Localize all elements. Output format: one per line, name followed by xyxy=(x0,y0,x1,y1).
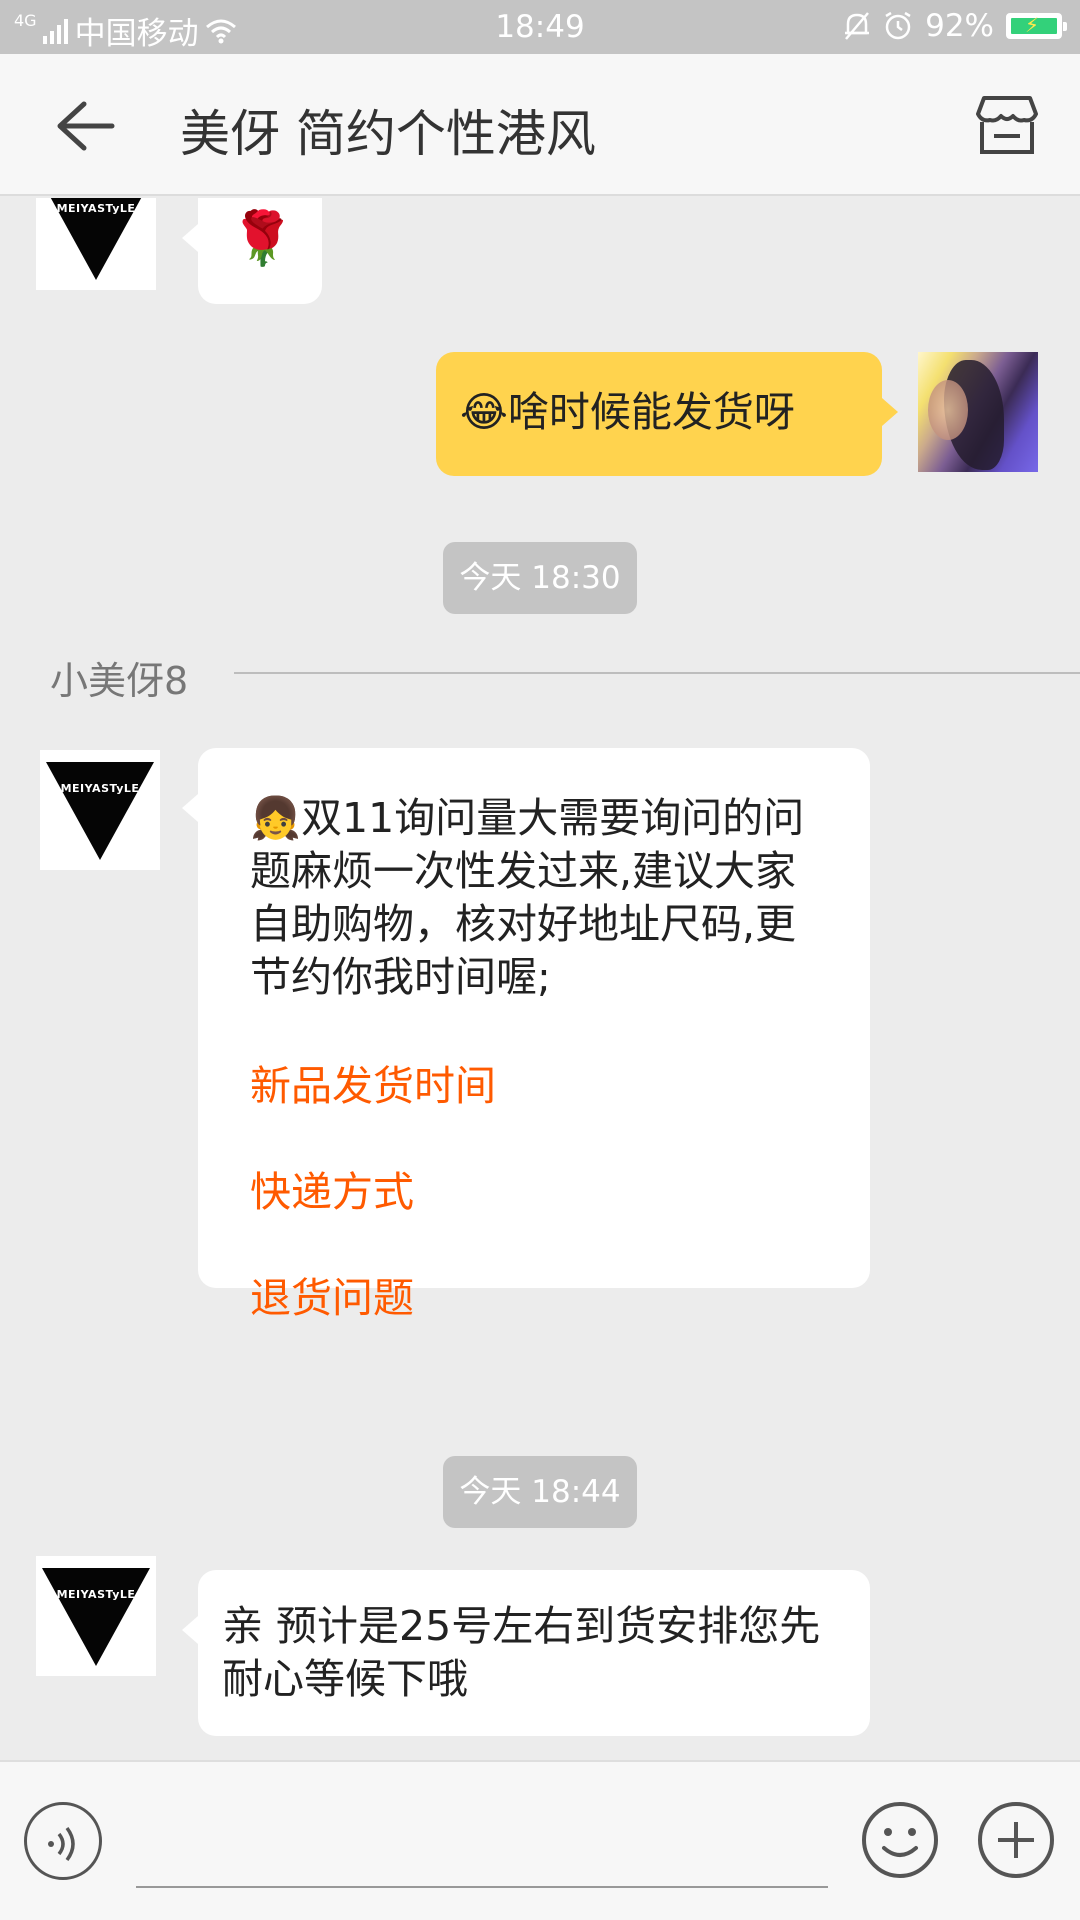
emoji-icon[interactable] xyxy=(860,1800,940,1880)
brand-logo-text: MEIYASTyLE xyxy=(56,1588,136,1601)
back-arrow-icon[interactable] xyxy=(50,96,120,156)
plus-icon[interactable] xyxy=(976,1800,1056,1880)
page-title: 美伢 简约个性港风 xyxy=(180,105,596,163)
status-bar: 4G 中国移动 18:49 92% ⚡ xyxy=(0,0,1080,54)
brand-avatar[interactable]: MEIYASTyLE xyxy=(36,1556,156,1676)
message-bubble-rose[interactable]: 🌹 xyxy=(182,198,322,304)
store-icon[interactable] xyxy=(972,90,1042,160)
user-message-bubble[interactable]: 😂啥时候能发货呀 xyxy=(436,352,898,476)
option-return-issue[interactable]: 退货问题 xyxy=(250,1264,414,1324)
voice-button[interactable] xyxy=(24,1802,102,1880)
agent-name: 小美伢8 xyxy=(50,659,189,703)
status-right: 92% ⚡ xyxy=(843,8,1067,44)
timestamp-pill: 今天 18:30 xyxy=(443,542,637,614)
input-bar xyxy=(0,1760,1080,1920)
battery-percent: 92% xyxy=(925,8,994,44)
timestamp-pill: 今天 18:44 xyxy=(443,1456,637,1528)
divider xyxy=(234,672,1080,674)
auto-reply-body: 双11询问量大需要询问的问题麻烦一次性发过来,建议大家自助购物，核对好地址尺码,… xyxy=(250,794,805,1001)
alarm-icon xyxy=(885,11,911,40)
voice-icon xyxy=(48,1826,75,1862)
option-new-arrival-shipping[interactable]: 新品发货时间 xyxy=(250,1052,496,1112)
brand-logo-text: MEIYASTyLE xyxy=(56,202,136,215)
auto-reply-bubble[interactable]: 👧双11询问量大需要询问的问题麻烦一次性发过来,建议大家自助购物，核对好地址尺码… xyxy=(182,748,870,1322)
battery-icon: ⚡ xyxy=(1006,13,1067,39)
brand-logo-text: MEIYASTyLE xyxy=(60,782,140,795)
user-message-text: 😂啥时候能发货呀 xyxy=(460,388,795,436)
reply-text: 亲 预计是25号左右到货安排您先耐心等候下哦 xyxy=(222,1602,821,1703)
user-avatar[interactable] xyxy=(918,352,1038,472)
mute-bell-icon xyxy=(845,12,870,40)
brand-avatar[interactable]: MEIYASTyLE xyxy=(36,198,156,290)
option-courier-method[interactable]: 快递方式 xyxy=(250,1158,414,1218)
girl-emoji: 👧 xyxy=(250,794,302,842)
rose-emoji: 🌹 xyxy=(230,209,295,269)
message-input[interactable] xyxy=(136,1802,828,1888)
brand-avatar[interactable]: MEIYASTyLE xyxy=(40,750,160,870)
reply-bubble[interactable]: 亲 预计是25号左右到货安排您先耐心等候下哦 xyxy=(182,1570,870,1736)
chat-area[interactable]: MEIYASTyLE 🌹 😂啥时候能发货呀 今天 18:30 小美伢8 MEIY… xyxy=(0,198,1080,1760)
chat-header: 美伢 简约个性港风 xyxy=(0,54,1080,196)
auto-reply-text: 👧双11询问量大需要询问的问题麻烦一次性发过来,建议大家自助购物，核对好地址尺码… xyxy=(250,792,810,1004)
